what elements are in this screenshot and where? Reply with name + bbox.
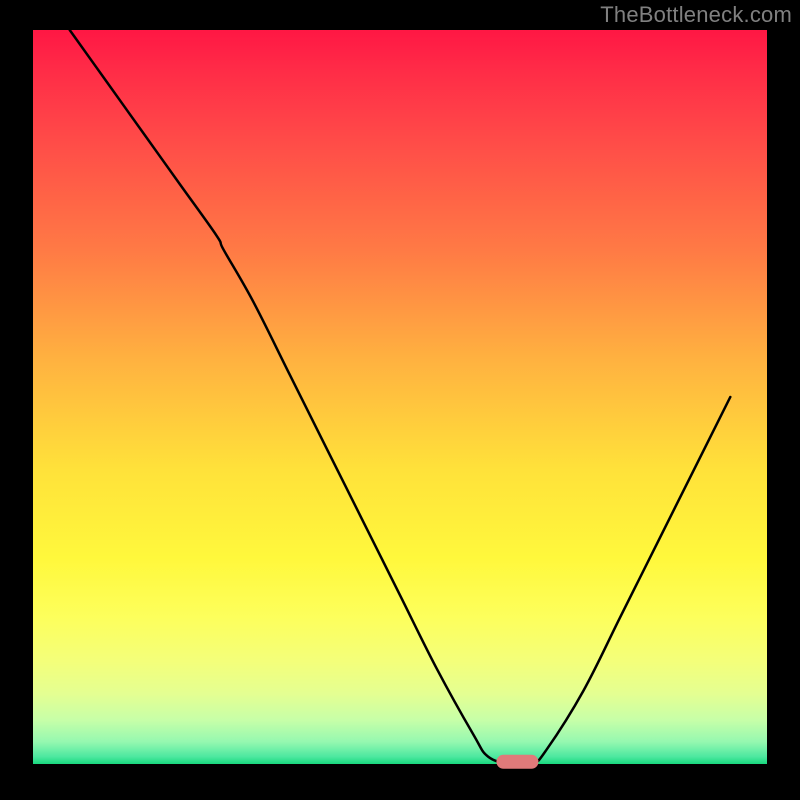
plot-area (33, 30, 767, 764)
optimum-marker (496, 755, 538, 769)
chart-container: TheBottleneck.com (0, 0, 800, 800)
watermark-text: TheBottleneck.com (600, 2, 792, 28)
bottleneck-chart (0, 0, 800, 800)
